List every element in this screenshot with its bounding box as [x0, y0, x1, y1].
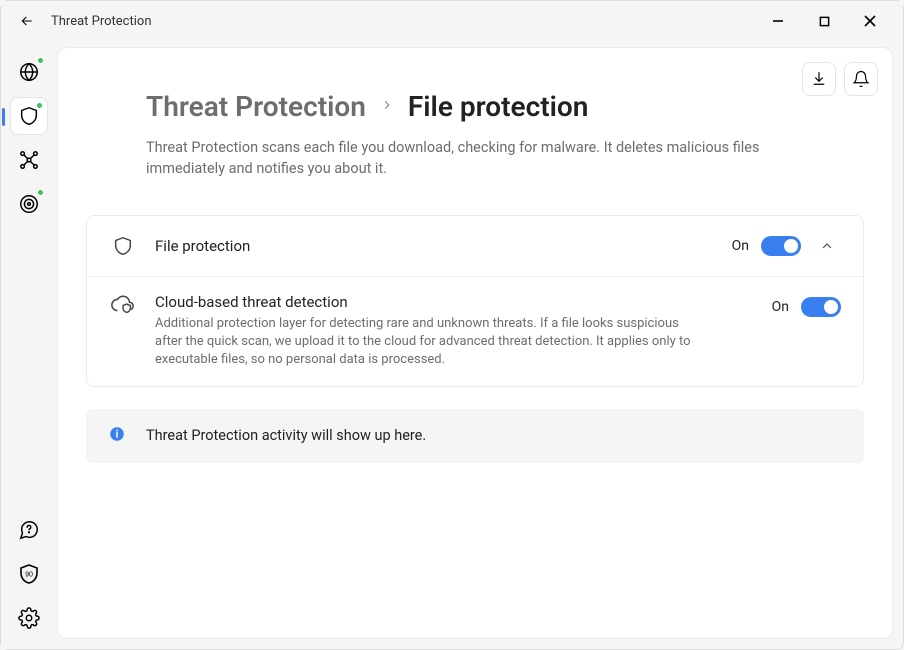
download-icon [810, 70, 828, 88]
setting-title: Cloud-based threat detection [155, 293, 754, 311]
file-protection-toggle[interactable] [761, 236, 801, 256]
settings-group: File protection On Cloud-based threat de… [86, 215, 864, 387]
gear-icon [18, 607, 40, 629]
content-area: Threat Protection File protection Threat… [57, 47, 893, 639]
breadcrumb-current: File protection [408, 90, 589, 123]
status-dot [37, 57, 44, 64]
svg-text:90: 90 [25, 572, 33, 579]
info-icon [108, 425, 126, 447]
close-icon [864, 15, 876, 27]
close-button[interactable] [847, 5, 893, 37]
page-description: Threat Protection scans each file you do… [146, 137, 824, 179]
status-dot [37, 189, 44, 196]
setting-cloud-detection: Cloud-based threat detection Additional … [87, 276, 863, 386]
download-button[interactable] [802, 62, 836, 96]
notifications-button[interactable] [844, 62, 878, 96]
cloud-shield-icon [109, 295, 137, 315]
help-chat-icon [18, 519, 40, 541]
setting-description: Additional protection layer for detectin… [155, 315, 695, 370]
breadcrumb-root[interactable]: Threat Protection [146, 90, 366, 123]
sidebar-item-vpn[interactable] [10, 53, 48, 91]
collapse-button[interactable] [813, 232, 841, 260]
activity-info-banner: Threat Protection activity will show up … [86, 409, 864, 463]
status-dot [36, 102, 43, 109]
sidebar: 90 [1, 41, 57, 649]
sidebar-item-settings[interactable] [10, 599, 48, 637]
titlebar: Threat Protection [1, 1, 903, 41]
breadcrumb: Threat Protection File protection [146, 90, 864, 123]
bell-icon [852, 70, 870, 88]
chevron-up-icon [819, 238, 835, 254]
sidebar-item-threat-protection[interactable] [10, 97, 48, 135]
target-icon [18, 193, 40, 215]
sidebar-item-meshnet[interactable] [10, 141, 48, 179]
minimize-button[interactable] [755, 5, 801, 37]
chevron-right-icon [380, 96, 394, 117]
setting-file-protection: File protection On [87, 216, 863, 276]
info-text: Threat Protection activity will show up … [146, 427, 426, 444]
window-controls [755, 5, 893, 37]
shield-outline-icon [109, 235, 137, 257]
setting-title: File protection [155, 237, 714, 255]
arrow-left-icon [19, 13, 35, 29]
globe-icon [18, 61, 40, 83]
mesh-icon [18, 149, 40, 171]
toggle-status-label: On [732, 238, 749, 254]
cloud-detection-toggle[interactable] [801, 297, 841, 317]
back-button[interactable] [11, 5, 43, 37]
sidebar-item-days-left[interactable]: 90 [10, 555, 48, 593]
minimize-icon [772, 15, 784, 27]
sidebar-item-help[interactable] [10, 511, 48, 549]
window-title: Threat Protection [51, 14, 152, 29]
maximize-icon [819, 16, 830, 27]
sidebar-item-darkweb[interactable] [10, 185, 48, 223]
shield-days-icon: 90 [17, 562, 41, 586]
toggle-status-label: On [772, 299, 789, 315]
maximize-button[interactable] [801, 5, 847, 37]
